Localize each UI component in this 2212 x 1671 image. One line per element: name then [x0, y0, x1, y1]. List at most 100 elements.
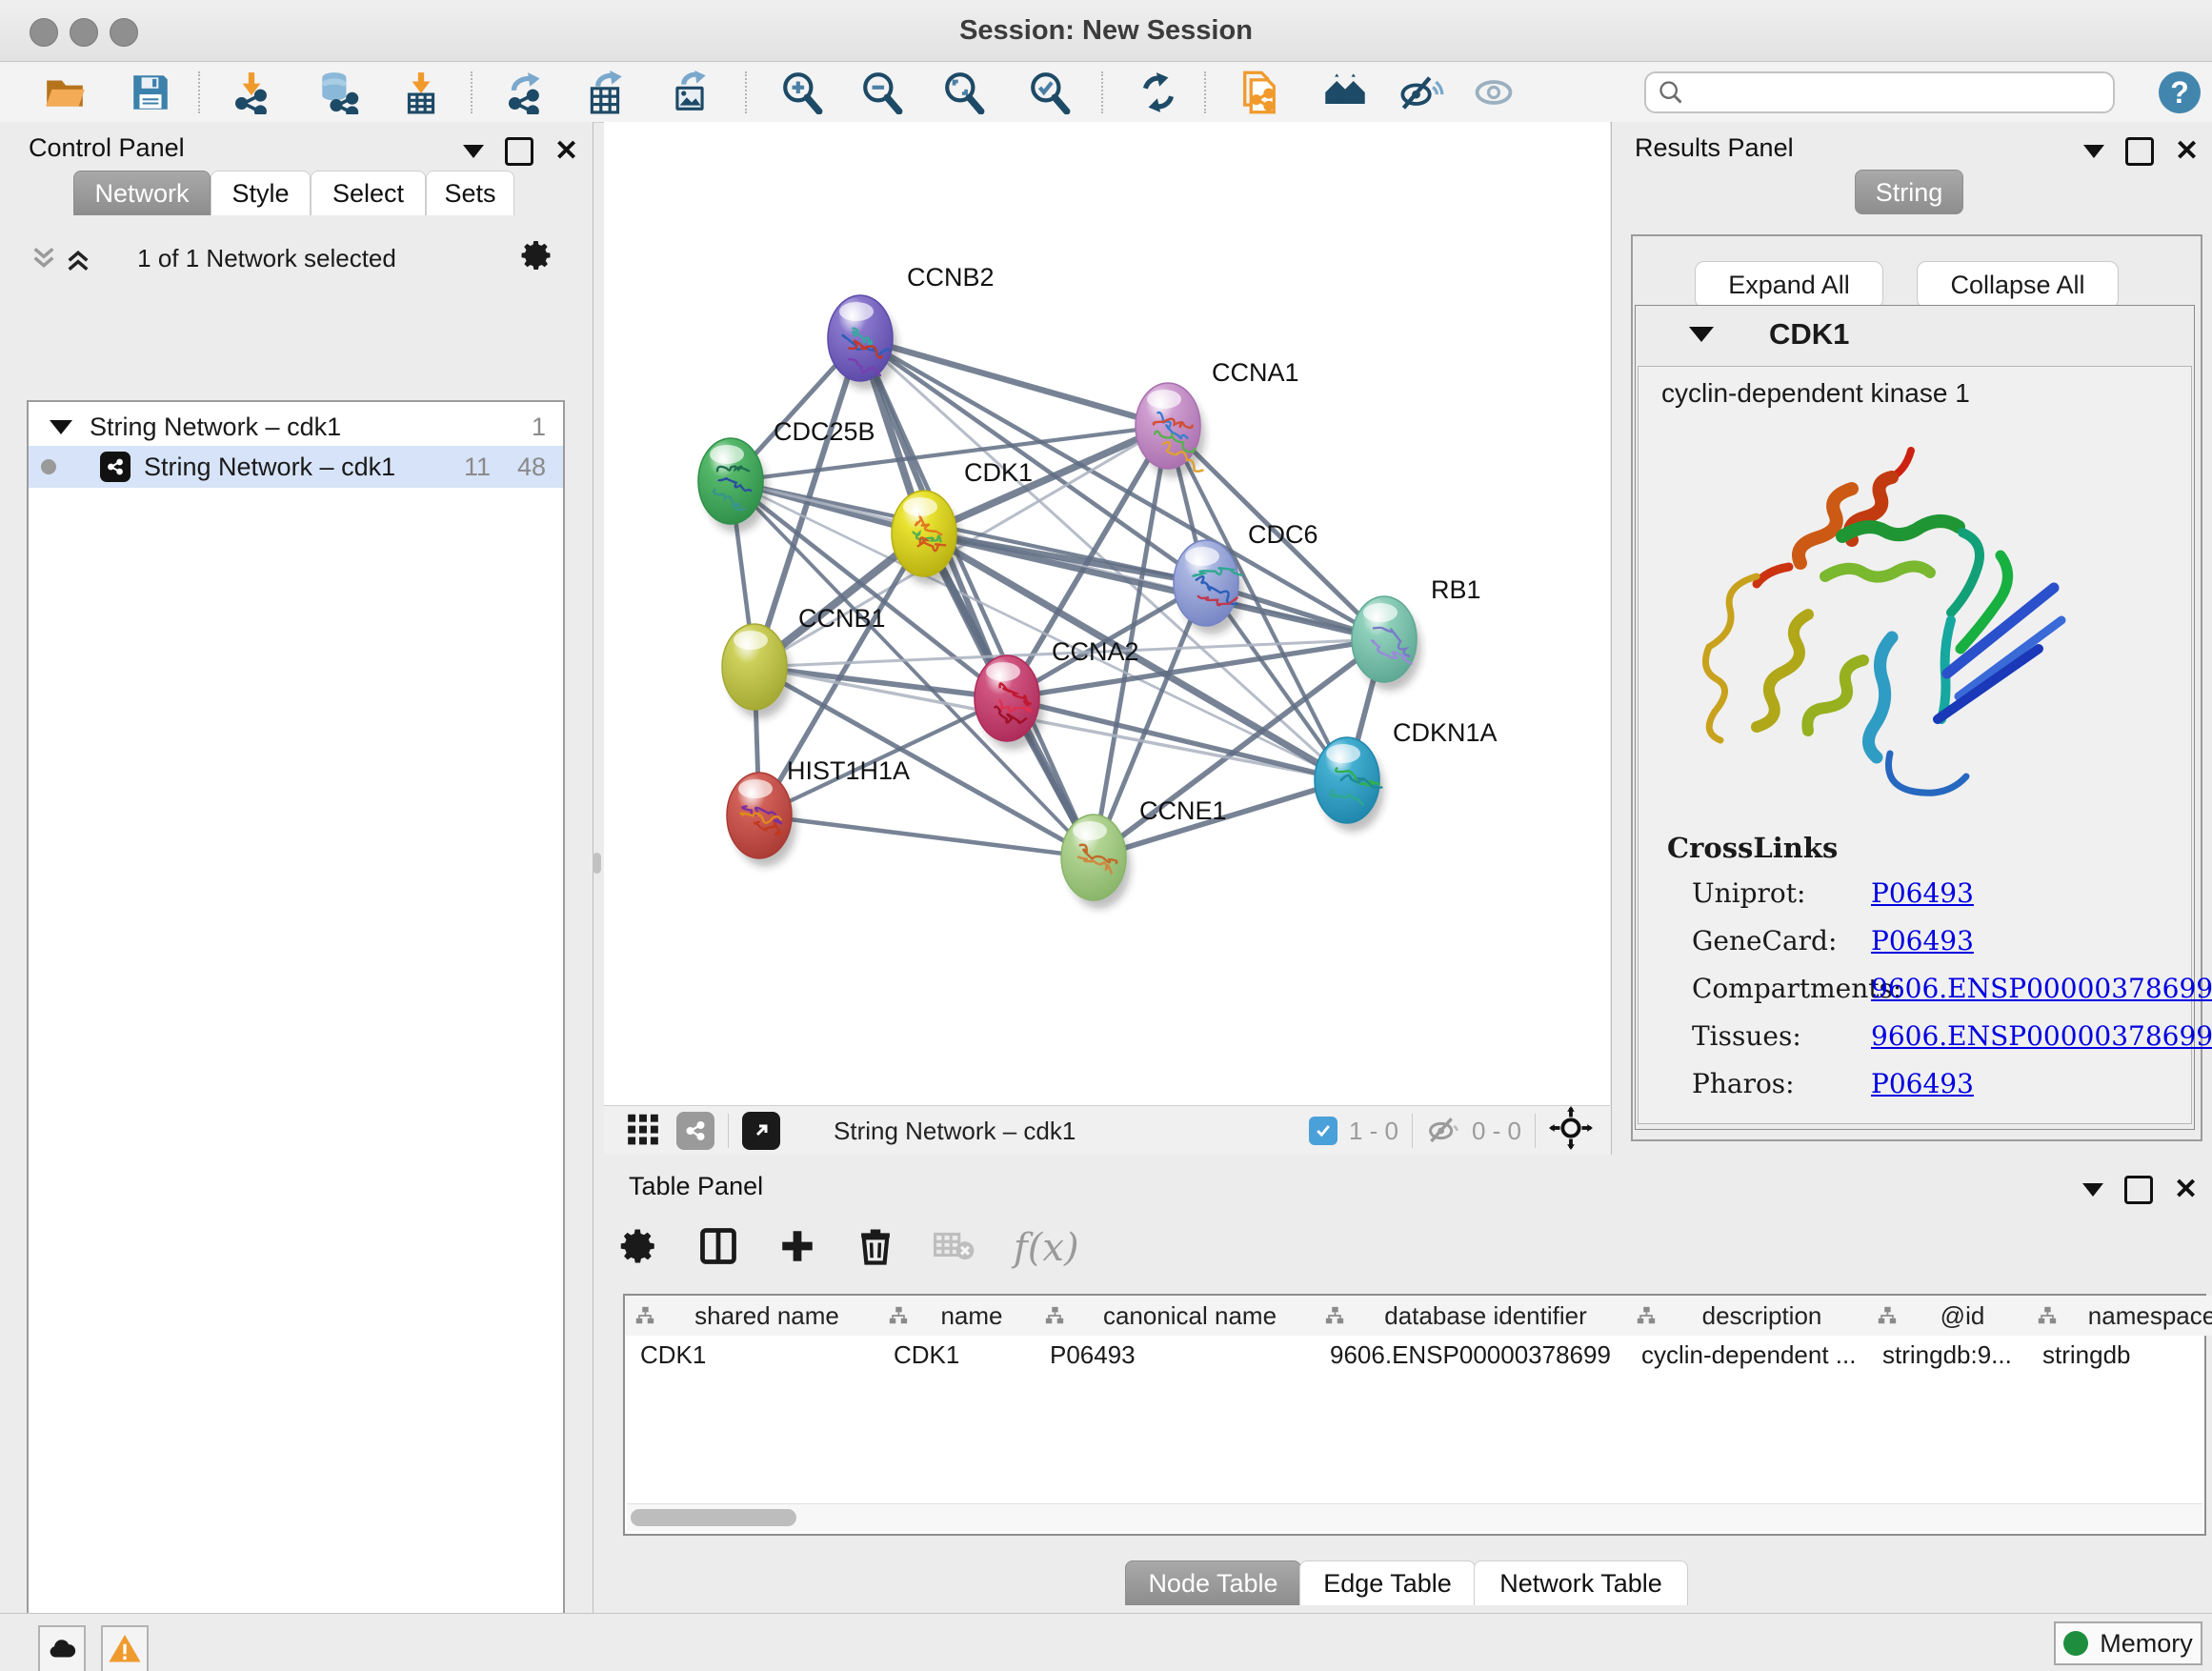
- zoom-in-icon[interactable]: [779, 70, 825, 115]
- network-options-gear-icon[interactable]: [520, 238, 554, 277]
- table-cell[interactable]: cyclin-dependent ...: [1626, 1336, 1867, 1374]
- gene-collapse-icon[interactable]: [1689, 327, 1714, 342]
- zoom-out-icon[interactable]: [859, 70, 905, 115]
- node-label-CCNB1: CCNB1: [798, 604, 886, 633]
- export-network-icon[interactable]: [503, 70, 549, 115]
- tab-edge-table[interactable]: Edge Table: [1299, 1560, 1476, 1605]
- column-header-canonical-name[interactable]: canonical name: [1035, 1296, 1316, 1336]
- network-node-CCNE1[interactable]: CCNE1: [1061, 796, 1227, 909]
- column-header-name[interactable]: name: [878, 1296, 1036, 1336]
- fit-content-crosshair-icon[interactable]: [1549, 1106, 1593, 1157]
- export-table-icon[interactable]: [583, 70, 629, 115]
- float-panel-icon[interactable]: [2125, 137, 2154, 166]
- help-button[interactable]: ?: [2159, 71, 2201, 113]
- column-header-description[interactable]: description: [1626, 1296, 1868, 1336]
- string-view-icon[interactable]: [676, 1112, 714, 1150]
- crosslink-link[interactable]: P06493: [1871, 1068, 1974, 1099]
- network-node-RB1[interactable]: RB1: [1352, 575, 1481, 691]
- collection-expand-icon[interactable]: [50, 420, 72, 434]
- collapse-all-button[interactable]: Collapse All: [1917, 261, 2119, 309]
- crosslink-link[interactable]: 9606.ENSP00000378699: [1871, 1020, 2212, 1052]
- close-panel-icon[interactable]: ✕: [2175, 140, 2199, 163]
- network-node-CDKN1A[interactable]: CDKN1A: [1315, 718, 1498, 832]
- table-cell[interactable]: stringdb: [2027, 1336, 2212, 1374]
- network-view-toolbar: String Network – cdk1 1 - 0 0 - 0: [604, 1105, 1610, 1156]
- tab-select[interactable]: Select: [311, 171, 426, 215]
- zoom-selected-icon[interactable]: [1027, 70, 1073, 115]
- network-grid-view-icon[interactable]: [625, 1110, 661, 1153]
- panel-menu-icon[interactable]: [463, 145, 484, 158]
- close-panel-icon[interactable]: ✕: [2174, 1178, 2198, 1201]
- crosslink-link[interactable]: P06493: [1871, 877, 1974, 909]
- network-canvas[interactable]: CCNB2CCNA1CDC25BCDK1CDC6RB1CCNB1CCNA2CDK…: [604, 122, 1610, 1105]
- show-columns-icon[interactable]: [697, 1225, 739, 1272]
- refresh-icon[interactable]: [1136, 70, 1181, 115]
- control-panel-title: Control Panel: [29, 133, 185, 163]
- column-header-namespace[interactable]: namespace: [2027, 1296, 2212, 1336]
- tab-style[interactable]: Style: [211, 171, 311, 215]
- float-panel-icon[interactable]: [505, 137, 533, 166]
- hide-selected-eye-slash-icon[interactable]: [1398, 70, 1444, 115]
- left-splitter-handle[interactable]: [593, 853, 601, 874]
- open-session-icon[interactable]: [42, 70, 88, 115]
- column-header--id[interactable]: @id: [1867, 1296, 2028, 1336]
- network-row-selected[interactable]: String Network – cdk1 11 48: [29, 446, 563, 488]
- warnings-button[interactable]: [101, 1625, 149, 1671]
- column-header-shared-name[interactable]: shared name: [625, 1296, 879, 1336]
- memory-button[interactable]: Memory: [2054, 1621, 2202, 1665]
- import-network-database-icon[interactable]: [314, 70, 360, 115]
- selected-checkbox-icon[interactable]: [1309, 1117, 1337, 1145]
- first-neighbors-icon[interactable]: [1322, 70, 1368, 115]
- column-header-database-identifier[interactable]: database identifier: [1315, 1296, 1627, 1336]
- panel-menu-icon[interactable]: [2082, 1183, 2103, 1197]
- network-selection-status: 1 of 1 Network selected: [0, 244, 533, 273]
- search-field[interactable]: [1644, 71, 2115, 113]
- expand-all-button[interactable]: Expand All: [1695, 261, 1883, 309]
- crosslink-label: Tissues:: [1692, 1020, 1801, 1052]
- tab-network-table[interactable]: Network Table: [1474, 1560, 1688, 1605]
- table-options-gear-icon[interactable]: [619, 1226, 659, 1271]
- table-cell[interactable]: 9606.ENSP00000378699: [1315, 1336, 1626, 1374]
- create-column-plus-icon[interactable]: [777, 1226, 817, 1271]
- toolbar-separator: [198, 71, 200, 113]
- network-node-CCNA1[interactable]: CCNA1: [1136, 358, 1299, 477]
- zoom-fit-icon[interactable]: [941, 70, 987, 115]
- toolbar-separator: [728, 1114, 729, 1148]
- tab-sets[interactable]: Sets: [426, 171, 514, 215]
- table-cell[interactable]: stringdb:9...: [1867, 1336, 2027, 1374]
- birds-eye-view-icon[interactable]: [742, 1112, 780, 1150]
- clone-network-icon[interactable]: [1237, 70, 1282, 115]
- panel-menu-icon[interactable]: [2083, 145, 2104, 158]
- table-panel-title: Table Panel: [629, 1172, 763, 1201]
- table-cell[interactable]: CDK1: [878, 1336, 1035, 1374]
- scrollbar-thumb[interactable]: [631, 1509, 796, 1526]
- network-edge[interactable]: [754, 667, 1007, 698]
- toolbar-separator: [471, 71, 473, 113]
- network-edge[interactable]: [759, 815, 1094, 857]
- crosslink-link[interactable]: P06493: [1871, 925, 1974, 956]
- show-all-eye-icon[interactable]: [1471, 70, 1517, 115]
- float-panel-icon[interactable]: [2124, 1176, 2153, 1204]
- table-cell[interactable]: CDK1: [625, 1336, 878, 1374]
- close-panel-icon[interactable]: ✕: [554, 140, 578, 163]
- cloud-status-button[interactable]: [38, 1625, 86, 1671]
- tab-string[interactable]: String: [1855, 170, 1963, 214]
- search-input[interactable]: [1684, 78, 2113, 107]
- table-cell[interactable]: P06493: [1035, 1336, 1315, 1374]
- node-label-CDKN1A: CDKN1A: [1393, 718, 1498, 747]
- save-session-icon[interactable]: [128, 70, 173, 115]
- column-header-label: namespace: [2058, 1301, 2212, 1331]
- network-edge[interactable]: [860, 338, 1384, 639]
- network-node-HIST1H1A[interactable]: HIST1H1A: [727, 756, 910, 867]
- tab-node-table[interactable]: Node Table: [1125, 1560, 1301, 1605]
- delete-column-trash-icon[interactable]: [855, 1226, 895, 1271]
- network-collection-row[interactable]: String Network – cdk1 1: [29, 408, 563, 446]
- export-image-icon[interactable]: [667, 70, 713, 115]
- network-edge[interactable]: [924, 534, 1384, 639]
- column-header-label: database identifier: [1345, 1301, 1626, 1331]
- tab-network[interactable]: Network: [73, 171, 211, 215]
- import-network-file-icon[interactable]: [229, 70, 274, 115]
- import-table-file-icon[interactable]: [398, 70, 444, 115]
- crosslink-link[interactable]: 9606.ENSP00000378699: [1871, 973, 2212, 1004]
- horizontal-scrollbar[interactable]: [627, 1503, 2202, 1531]
